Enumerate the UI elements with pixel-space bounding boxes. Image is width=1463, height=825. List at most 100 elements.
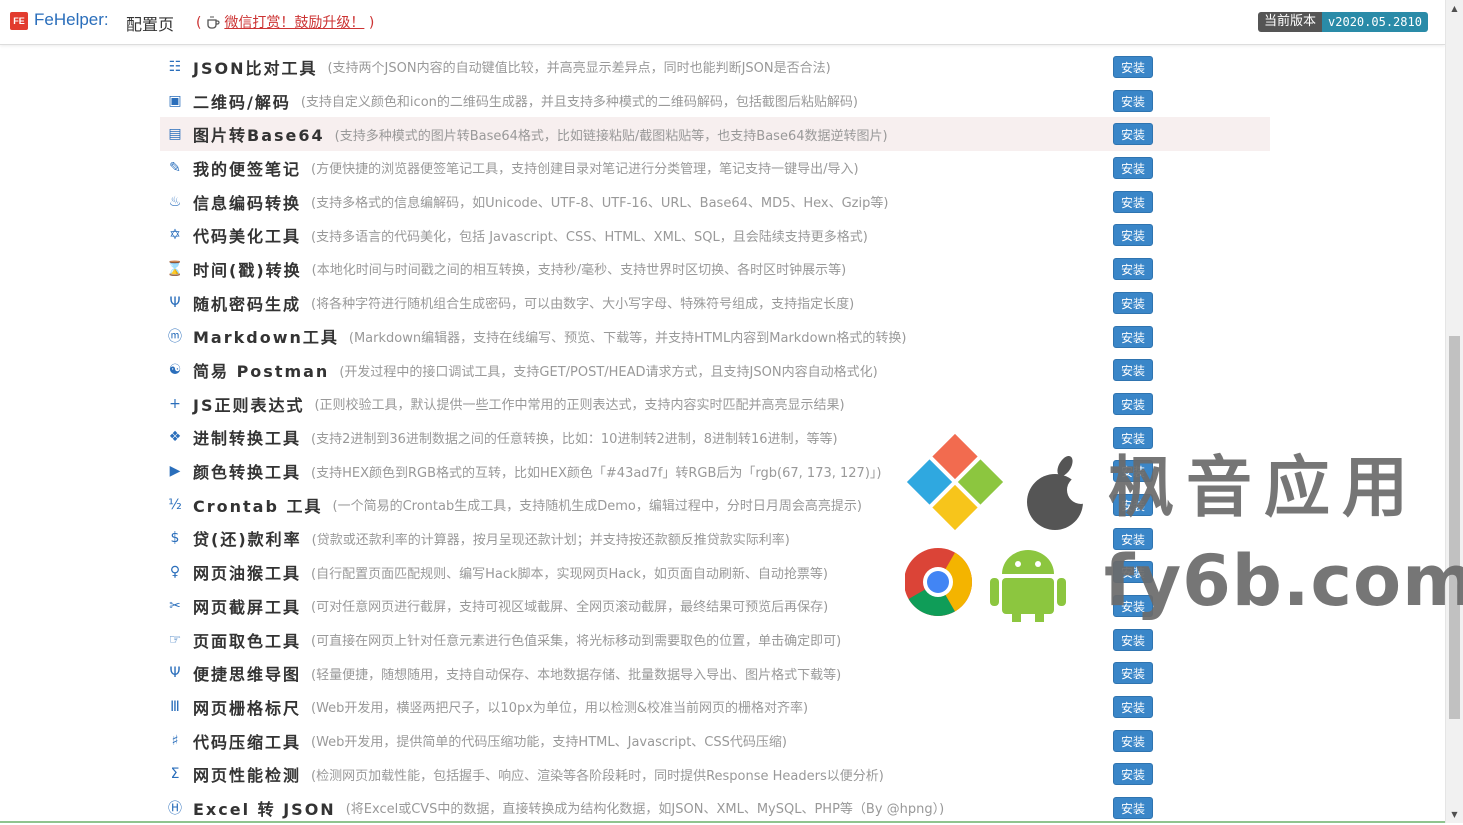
tool-name: Markdown工具 <box>193 328 339 348</box>
tool-name: 网页截屏工具 <box>193 597 302 617</box>
install-button[interactable]: 安装 <box>1113 291 1153 314</box>
tool-icon: ☯ <box>168 362 182 379</box>
tool-description: (支持两个JSON内容的自动键值比较，并高亮显示差异点，同时也能判断JSON是否… <box>327 61 831 77</box>
install-button[interactable]: 安装 <box>1113 157 1153 180</box>
tool-row: ⓜ Markdown工具 (Markdown编辑器，支持在线编写、预览、下载等，并支… <box>160 320 1270 354</box>
tool-icon: ⓜ <box>168 329 182 346</box>
version-badge: 当前版本 v2020.05.2810 <box>1258 12 1428 32</box>
tool-row: Ⓗ Excel 转 JSON (将Excel或CVS中的数据，直接转换成为结构化数据… <box>160 791 1270 825</box>
tool-row: ½ Crontab 工具 (一个简易的Crontab生成工具，支持随机生成Demo，… <box>160 488 1270 522</box>
tool-description: (开发过程中的接口调试工具，支持GET/POST/HEAD请求方式，且支持JSO… <box>339 364 878 380</box>
tool-description: (可直接在网页上针对任意元素进行色值采集，将光标移动到需要取色的位置，单击确定即… <box>311 634 842 650</box>
tool-icon: ♀ <box>169 564 181 581</box>
tool-name: Crontab 工具 <box>193 496 323 516</box>
tool-list: ☷ JSON比对工具 (支持两个JSON内容的自动键值比较，并高亮显示差异点，同时也… <box>160 50 1270 825</box>
tool-icon: Σ <box>170 766 180 783</box>
tool-name: 信息编码转换 <box>193 193 302 213</box>
tool-description: (一个简易的Crontab生成工具，支持随机生成Demo，编辑过程中，分时日月周… <box>332 499 862 515</box>
tool-icon: Ψ <box>169 294 181 311</box>
tool-icon: ♨ <box>168 193 182 210</box>
install-button[interactable]: 安装 <box>1113 190 1153 213</box>
tool-icon: ♯ <box>171 732 179 749</box>
tool-description: (将各种字符进行随机组合生成密码，可以由数字、大小写字母、特殊符号组成，支持指定… <box>311 297 855 313</box>
tool-description: (轻量便捷，随想随用，支持自动保存、本地数据存储、批量数据导入导出、图片格式下载… <box>311 667 842 683</box>
tool-name: 贷(还)款利率 <box>193 530 302 550</box>
tool-icon: + <box>169 395 181 412</box>
tool-description: (检测网页加载性能，包括握手、响应、渲染等各阶段耗时，同时提供Response … <box>311 768 884 784</box>
tool-description: (正则校验工具，默认提供一些工作中常用的正则表达式，支持内容实时匹配并高亮显示结… <box>314 398 845 414</box>
tool-row: ☷ JSON比对工具 (支持两个JSON内容的自动键值比较，并高亮显示差异点，同时也… <box>160 50 1270 84</box>
tool-name: 网页性能检测 <box>193 766 302 786</box>
install-button[interactable]: 安装 <box>1113 325 1153 348</box>
tool-icon: $ <box>170 530 180 547</box>
tool-row: ▤ 图片转Base64 (支持多种模式的图片转Base64格式，比如链接粘贴/截图粘… <box>160 117 1270 152</box>
tool-description: (支持多语言的代码美化，包括 Javascript、CSS、HTML、XML、S… <box>311 229 868 245</box>
tool-row: ☞ 页面取色工具 (可直接在网页上针对任意元素进行色值采集，将光标移动到需要取色的位… <box>160 623 1270 657</box>
tool-row: ▶ 颜色转换工具 (支持HEX颜色到RGB格式的互转，比如HEX颜色「#43ad7f… <box>160 454 1270 488</box>
tool-description: (Markdown编辑器，支持在线编写、预览、下载等，并支持HTML内容到Mar… <box>348 330 907 346</box>
tool-row: ⌛ 时间(戳)转换 (本地化时间与时间戳之间的相互转换，支持秒/毫秒、支持世界时区切… <box>160 252 1270 286</box>
install-button[interactable]: 安装 <box>1113 56 1153 78</box>
tool-row: ✡ 代码美化工具 (支持多语言的代码美化，包括 Javascript、CSS、HTM… <box>160 218 1270 252</box>
tool-description: (将Excel或CVS中的数据，直接转换成为结构化数据，如JSON、XML、My… <box>345 802 945 818</box>
install-button[interactable]: 安装 <box>1113 89 1153 112</box>
vertical-scrollbar[interactable]: ▲ ▼ <box>1445 0 1463 823</box>
tool-icon: ✎ <box>169 159 181 176</box>
page-title: 配置页 <box>126 15 175 34</box>
scroll-down-arrow-icon[interactable]: ▼ <box>1446 806 1463 823</box>
tool-name: 二维码/解码 <box>193 92 291 112</box>
install-button[interactable]: 安装 <box>1113 123 1153 146</box>
tool-icon: Ⓗ <box>168 800 182 817</box>
install-button[interactable]: 安装 <box>1113 662 1153 685</box>
tool-description: (支持HEX颜色到RGB格式的互转，比如HEX颜色「#43ad7f」转RGB后为… <box>311 465 882 481</box>
tool-icon: ❖ <box>168 429 182 446</box>
install-button[interactable]: 安装 <box>1113 628 1153 651</box>
install-button[interactable]: 安装 <box>1113 392 1153 415</box>
fehelper-logo-icon: FE <box>10 12 28 30</box>
tool-name: 页面取色工具 <box>193 631 302 651</box>
install-button[interactable]: 安装 <box>1113 258 1153 281</box>
tool-icon: ▶ <box>169 463 181 480</box>
app-name: FeHelper: <box>34 10 109 29</box>
scroll-up-arrow-icon[interactable]: ▲ <box>1446 0 1463 17</box>
install-button[interactable]: 安装 <box>1113 763 1153 786</box>
tool-description: (支持2进制到36进制数据之间的任意转换，比如：10进制转2进制，8进制转16进… <box>311 431 838 447</box>
install-button[interactable]: 安装 <box>1113 797 1153 820</box>
tool-name: 便捷思维导图 <box>193 665 302 685</box>
tool-row: ♯ 代码压缩工具 (Web开发用，提供简单的代码压缩功能，支持HTML、Javasc… <box>160 724 1270 758</box>
tool-row: Ψ 便捷思维导图 (轻量便捷，随想随用，支持自动保存、本地数据存储、批量数据导入导出… <box>160 656 1270 690</box>
tool-description: (贷款或还款利率的计算器，按月呈现还款计划；并支持按还款额反推贷款实际利率) <box>311 532 790 548</box>
tool-name: 网页油猴工具 <box>193 564 302 584</box>
donate-section: ( 微信打赏！鼓励升级！ ) <box>196 12 374 32</box>
watermark-text-domain: fy6b.com <box>1104 540 1463 622</box>
install-button[interactable]: 安装 <box>1113 696 1153 719</box>
tool-name: JS正则表达式 <box>193 395 305 415</box>
tool-description: (Web开发用，提供简单的代码压缩功能，支持HTML、Javascript、CS… <box>311 735 787 751</box>
header-bar: FE FeHelper: 配置页 ( 微信打赏！鼓励升级！ ) 当前版本 v20… <box>0 0 1445 45</box>
tool-icon: ✂ <box>169 597 181 614</box>
scrollbar-thumb[interactable] <box>1449 336 1460 719</box>
tool-name: JSON比对工具 <box>193 58 318 78</box>
watermark-text-cn: 枫音应用 <box>1108 449 1420 526</box>
version-label: 当前版本 <box>1258 12 1323 32</box>
donate-link[interactable]: 微信打赏！鼓励升级！ <box>224 15 364 31</box>
tool-icon: ☞ <box>168 631 182 648</box>
install-button[interactable]: 安装 <box>1113 729 1153 752</box>
tool-row: Ⅲ 网页栅格标尺 (Web开发用，横竖两把尺子，以10px为单位，用以检测&校准当前… <box>160 690 1270 724</box>
tool-description: (支持自定义颜色和icon的二维码生成器，并且支持多种模式的二维码解码，包括截图… <box>300 95 858 111</box>
donate-open-paren: ( <box>196 15 202 31</box>
install-button[interactable]: 安装 <box>1113 224 1153 247</box>
tool-icon: ☷ <box>168 58 182 75</box>
tool-name: Excel 转 JSON <box>193 799 336 819</box>
tool-row: ▣ 二维码/解码 (支持自定义颜色和icon的二维码生成器，并且支持多种模式的二维码… <box>160 84 1270 118</box>
tool-description: (支持多格式的信息编解码，如Unicode、UTF-8、UTF-16、URL、B… <box>311 196 889 212</box>
tool-row: Ψ 随机密码生成 (将各种字符进行随机组合生成密码，可以由数字、大小写字母、特殊符号… <box>160 286 1270 320</box>
tool-row: Σ 网页性能检测 (检测网页加载性能，包括握手、响应、渲染等各阶段耗时，同时提供Re… <box>160 757 1270 791</box>
tool-description: (支持多种模式的图片转Base64格式，比如链接粘贴/截图粘贴等，也支持Base… <box>334 128 888 144</box>
tool-name: 我的便签笔记 <box>193 159 302 179</box>
tool-icon: ½ <box>168 496 182 513</box>
version-value: v2020.05.2810 <box>1322 12 1428 32</box>
install-button[interactable]: 安装 <box>1113 359 1153 382</box>
tool-icon: ▣ <box>168 92 182 109</box>
tool-row: ☯ 简易 Postman (开发过程中的接口调试工具，支持GET/POST/HEAD… <box>160 353 1270 387</box>
